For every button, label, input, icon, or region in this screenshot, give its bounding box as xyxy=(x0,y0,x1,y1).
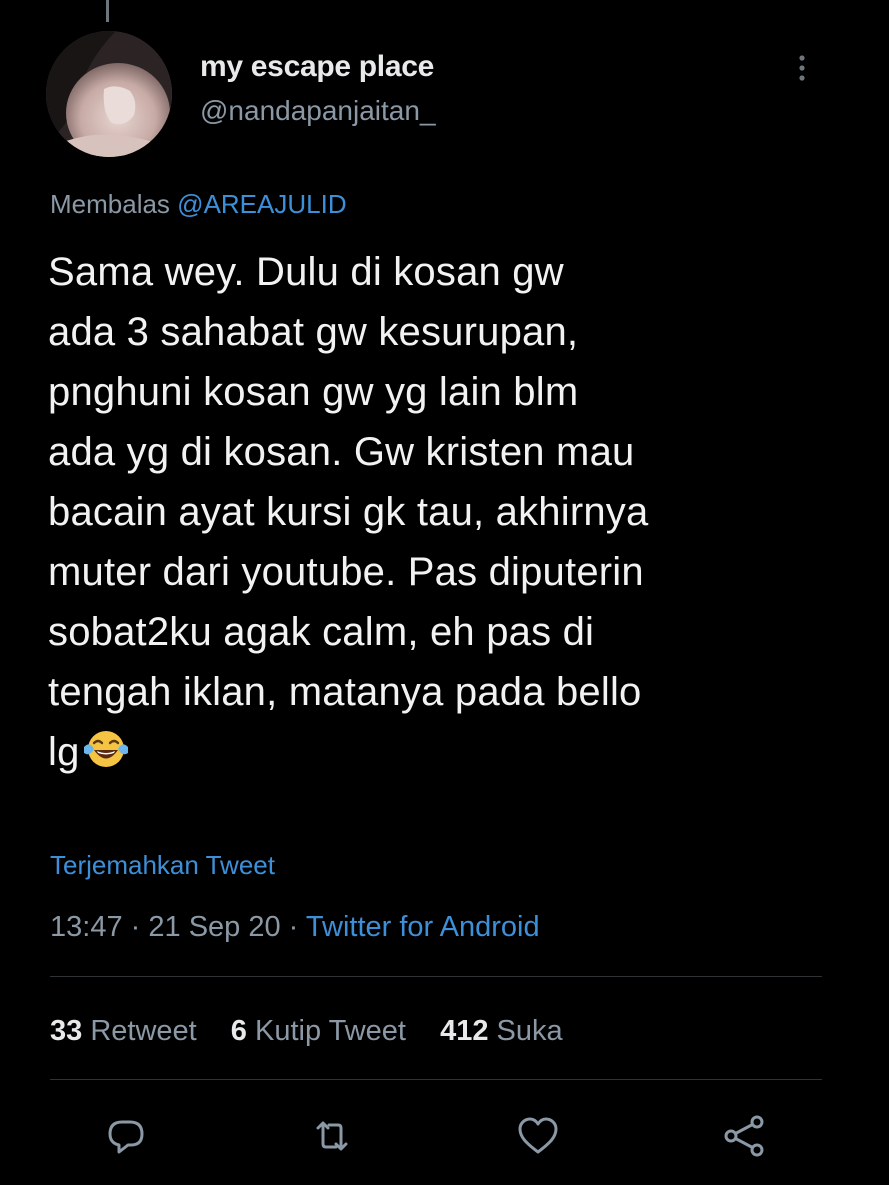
quote-count-link[interactable]: 6 Kutip Tweet xyxy=(231,1015,406,1047)
avatar-image xyxy=(46,31,172,157)
tweet-text: Sama wey. Dulu di kosan gw ada 3 sahabat… xyxy=(48,242,848,788)
tweet-text-line: ada yg di kosan. Gw kristen mau xyxy=(48,430,635,474)
retweet-button[interactable] xyxy=(308,1112,356,1160)
divider xyxy=(50,976,822,977)
meta-separator: · xyxy=(288,911,299,943)
tweet-text-line: lg xyxy=(48,730,80,774)
replying-to-label: Membalas xyxy=(50,189,170,219)
speech-bubble-icon xyxy=(108,1120,144,1154)
reply-button[interactable] xyxy=(102,1112,150,1160)
tweet-date: 21 Sep 20 xyxy=(148,911,281,943)
meta-separator: · xyxy=(130,911,141,943)
quote-count: 6 xyxy=(230,1015,247,1047)
quote-count-label: Kutip Tweet xyxy=(254,1015,406,1047)
display-name[interactable]: my escape place xyxy=(200,48,436,86)
user-handle[interactable]: @nandapanjaitan_ xyxy=(200,92,436,130)
tweet-text-line: bacain ayat kursi gk tau, akhirnya xyxy=(48,490,649,534)
tweet-text-line: ada 3 sahabat gw kesurupan, xyxy=(48,310,579,354)
tweet-author[interactable]: my escape place @nandapanjaitan_ xyxy=(200,48,436,130)
divider xyxy=(50,1079,822,1080)
like-count-link[interactable]: 412 Suka xyxy=(440,1015,563,1047)
face-with-tears-of-joy-icon xyxy=(82,727,130,788)
tweet-source-link[interactable]: Twitter for Android xyxy=(306,911,540,943)
tweet-time: 13:47 xyxy=(50,911,123,943)
tweet-stats: 33 Retweet 6 Kutip Tweet 412 Suka xyxy=(50,1012,589,1050)
retweet-count-link[interactable]: 33 Retweet xyxy=(50,1015,197,1047)
translate-tweet-link[interactable]: Terjemahkan Tweet xyxy=(50,848,275,882)
tweet-text-line: sobat2ku agak calm, eh pas di xyxy=(48,610,595,654)
tweet-text-line: Sama wey. Dulu di kosan gw xyxy=(48,250,564,294)
like-count: 412 xyxy=(440,1015,489,1047)
tweet-text-line: tengah iklan, matanya pada bello xyxy=(48,670,642,714)
retweet-count: 33 xyxy=(50,1015,83,1047)
retweet-icon xyxy=(316,1121,348,1151)
heart-icon xyxy=(518,1117,558,1154)
more-options-icon[interactable] xyxy=(790,52,814,88)
like-count-label: Suka xyxy=(496,1015,563,1047)
like-button[interactable] xyxy=(514,1112,562,1160)
tweet-text-last-line: lg xyxy=(48,722,848,788)
thread-connector-line xyxy=(106,0,109,22)
share-icon xyxy=(724,1115,764,1157)
replying-to: Membalas @AREAJULID xyxy=(50,187,347,221)
share-button[interactable] xyxy=(720,1112,768,1160)
tweet-text-line: pnghuni kosan gw yg lain blm xyxy=(48,370,579,414)
avatar[interactable] xyxy=(46,31,172,157)
replying-to-mention[interactable]: @AREAJULID xyxy=(177,189,346,219)
tweet-actions xyxy=(0,1112,889,1160)
tweet-metadata: 13:47 · 21 Sep 20 · Twitter for Android xyxy=(50,908,540,946)
tweet-text-line: muter dari youtube. Pas diputerin xyxy=(48,550,644,594)
retweet-count-label: Retweet xyxy=(90,1015,197,1047)
